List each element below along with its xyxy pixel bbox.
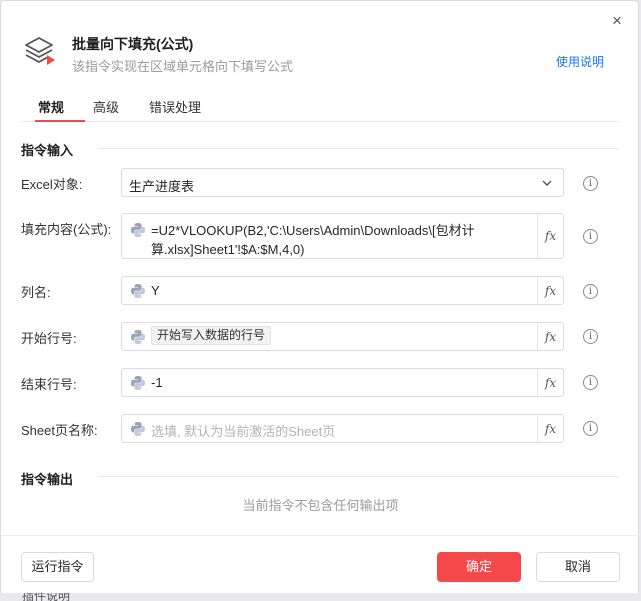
tab-general[interactable]: 常规 [38,97,64,116]
python-icon [131,422,145,436]
end-row-field[interactable]: -1 fx [121,368,564,397]
fx-icon[interactable]: fx [537,369,563,396]
info-icon[interactable]: i [583,375,598,390]
python-icon [131,376,145,390]
start-row-variable-tag: 开始写入数据的行号 [151,326,272,345]
section-divider [99,148,619,149]
section-title-output: 指令输出 [21,472,74,487]
end-row-label: 结束行号: [21,377,77,392]
fill-content-label: 填充内容(公式): [21,222,112,237]
fx-icon[interactable]: fx [537,214,563,258]
python-icon [131,330,145,344]
no-output-message: 当前指令不包含任何输出项 [242,498,399,513]
batch-fill-dialog: × 批量向下填充(公式) 该指令实现在区域单元格向下填写公式 使用说明 常规 高… [0,0,640,599]
tab-advanced[interactable]: 高级 [93,97,119,116]
background-text: 插件说明 [22,593,71,601]
fx-icon[interactable]: fx [537,277,563,304]
excel-object-value: 生产进度表 [129,179,195,194]
dialog-title: 批量向下填充(公式) [72,36,194,52]
python-icon [131,284,145,298]
info-icon[interactable]: i [583,329,598,344]
chevron-down-icon [542,180,552,186]
fx-icon[interactable]: fx [537,323,563,350]
start-row-field[interactable]: 开始写入数据的行号 fx [121,322,564,351]
tab-error-handling[interactable]: 错误处理 [149,97,201,116]
start-row-label: 开始行号: [21,331,77,346]
sheet-name-field[interactable]: 选填, 默认为当前激活的Sheet页 fx [121,414,564,443]
help-link[interactable]: 使用说明 [556,53,604,70]
confirm-button[interactable]: 确定 [437,552,521,582]
fill-content-value-line1: =U2*VLOOKUP(B2,'C:\Users\Admin\Downloads… [151,223,475,238]
column-name-label: 列名: [21,285,51,300]
section-title-input: 指令输入 [21,143,74,158]
fx-icon[interactable]: fx [537,415,563,442]
info-icon[interactable]: i [583,229,598,244]
layers-icon [25,37,55,65]
background-strip: 插件说明 [0,593,641,601]
excel-object-label: Excel对象: [21,177,83,192]
info-icon[interactable]: i [583,284,598,299]
sheet-name-label: Sheet页名称: [21,423,98,438]
footer-divider [1,535,640,536]
column-name-field[interactable]: Y fx [121,276,564,305]
run-command-button[interactable]: 运行指令 [21,552,94,582]
section-divider [99,476,619,477]
end-row-value: -1 [151,375,163,390]
info-icon[interactable]: i [583,421,598,436]
active-tab-indicator [35,120,85,122]
cancel-button[interactable]: 取消 [536,552,620,582]
info-icon[interactable]: i [583,176,598,191]
column-name-value: Y [151,283,160,298]
dialog-subtitle: 该指令实现在区域单元格向下填写公式 [72,59,294,74]
fill-content-value-line2: 算.xlsx]Sheet1'!$A:$M,4,0) [151,242,305,257]
fill-content-field[interactable]: =U2*VLOOKUP(B2,'C:\Users\Admin\Downloads… [121,213,564,259]
excel-object-select[interactable]: 生产进度表 [121,168,564,197]
close-icon[interactable]: × [607,11,627,31]
python-icon [131,223,145,237]
tab-bar: 常规 高级 错误处理 [21,93,619,122]
sheet-name-placeholder: 选填, 默认为当前激活的Sheet页 [151,424,336,439]
